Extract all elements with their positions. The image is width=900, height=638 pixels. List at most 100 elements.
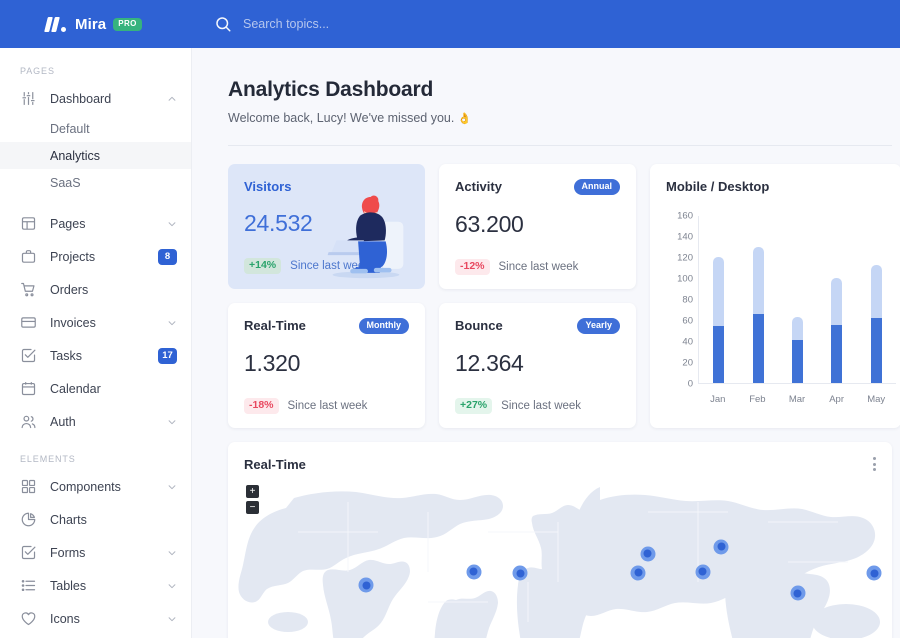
sidebar-item-dashboard[interactable]: Dashboard	[0, 82, 191, 115]
pin-us-west[interactable]	[358, 577, 374, 593]
bar-slot[interactable]	[738, 216, 777, 383]
chevron-down-icon[interactable]	[167, 581, 177, 591]
stat-value: 12.364	[455, 350, 524, 376]
sidebar-item-label: Orders	[50, 282, 89, 297]
header-divider	[228, 145, 892, 146]
sidebar-item-components[interactable]: Components	[0, 470, 191, 503]
stat-card-activity[interactable]: Activity Annual 63.200 -12% Since last w…	[439, 164, 636, 289]
pro-badge: PRO	[113, 17, 142, 31]
stat-value: 1.320	[244, 350, 301, 376]
stat-card-visitors[interactable]: Visitors 24.532 +14% Since last week	[228, 164, 425, 289]
bar-feb[interactable]	[752, 246, 764, 383]
stat-title: Bounce	[455, 318, 503, 333]
y-axis-tick: 80	[682, 294, 693, 306]
stat-delta: -18%	[244, 398, 279, 414]
world-map[interactable]	[228, 472, 892, 638]
bar-slot[interactable]	[857, 216, 896, 383]
x-axis-tick: Mar	[788, 394, 806, 405]
world-map-shape	[238, 487, 880, 638]
stat-delta: -12%	[455, 259, 490, 275]
stat-badge-monthly[interactable]: Monthly	[358, 318, 409, 334]
page-subtitle-text: Welcome back, Lucy! We've missed you.	[228, 111, 455, 125]
stat-title: Activity	[455, 179, 502, 194]
sidebar-item-label: Icons	[50, 611, 80, 626]
bar-apr[interactable]	[831, 278, 843, 383]
sidebar-item-pages[interactable]: Pages	[0, 207, 191, 240]
sidebar-subitem-default[interactable]: Default	[0, 115, 191, 142]
stat-card-bounce[interactable]: Bounce Yearly 12.364 +27% Since last wee…	[439, 303, 636, 428]
search-box[interactable]	[214, 15, 503, 33]
stat-card-real-time[interactable]: Real-Time Monthly 1.320 -18% Since last …	[228, 303, 425, 428]
pin-china[interactable]	[866, 565, 882, 581]
stats-column: Visitors 24.532 +14% Since last week Act…	[228, 164, 636, 428]
pin-india[interactable]	[790, 585, 806, 601]
map-card-real-time: Real-Time + −	[228, 442, 892, 638]
bar-slot[interactable]	[699, 216, 738, 383]
sidebar-item-charts[interactable]: Charts	[0, 503, 191, 536]
grid-icon	[21, 479, 36, 494]
pin-russia[interactable]	[713, 539, 729, 555]
sidebar-item-orders[interactable]: Orders	[0, 273, 191, 306]
users-icon	[21, 415, 36, 429]
app-root: Mira PRO PAGES Dashboard Default Ana	[0, 0, 900, 638]
stat-period-label: Since last week	[498, 260, 579, 273]
x-axis-tick: Apr	[829, 394, 844, 405]
sidebar-item-label: Components	[50, 479, 121, 494]
stat-header: Activity Annual	[455, 179, 620, 195]
stats-row-2: Real-Time Monthly 1.320 -18% Since last …	[228, 303, 636, 428]
stat-footer: -18% Since last week	[244, 398, 409, 414]
bar-may[interactable]	[870, 265, 882, 383]
bar-segment-mobile	[792, 339, 804, 383]
sidebar-section-label-pages: PAGES	[20, 66, 55, 76]
pin-spain[interactable]	[630, 565, 646, 581]
brand-logo[interactable]: Mira PRO	[0, 16, 192, 33]
main-content: Analytics Dashboard Welcome back, Lucy! …	[192, 48, 900, 638]
sidebar-item-label: Tables	[50, 578, 87, 593]
stat-delta: +27%	[455, 398, 493, 414]
sidebar-item-tasks[interactable]: Tasks 17	[0, 339, 191, 372]
stat-period-label: Since last week	[290, 259, 371, 272]
sidebar-item-auth[interactable]: Auth	[0, 405, 191, 438]
sidebar-subitem-analytics[interactable]: Analytics	[0, 142, 191, 169]
sidebar-item-label: Dashboard	[50, 91, 112, 106]
search-input[interactable]	[243, 17, 503, 31]
check-square-icon	[21, 545, 36, 560]
bar-segment-desktop	[713, 257, 725, 327]
chevron-down-icon[interactable]	[167, 548, 177, 558]
stat-footer: +27% Since last week	[455, 398, 620, 414]
more-vertical-icon[interactable]	[873, 457, 876, 471]
sidebar-item-calendar[interactable]: Calendar	[0, 372, 191, 405]
sidebar-subitem-saas[interactable]: SaaS	[0, 169, 191, 196]
bar-mar[interactable]	[792, 316, 804, 383]
stats-row-1: Visitors 24.532 +14% Since last week Act…	[228, 164, 636, 289]
sidebar-item-projects[interactable]: Projects 8	[0, 240, 191, 273]
x-axis-tick: Feb	[749, 394, 766, 405]
chevron-down-icon[interactable]	[167, 482, 177, 492]
page-title: Analytics Dashboard	[228, 78, 434, 101]
sidebar-item-invoices[interactable]: Invoices	[0, 306, 191, 339]
stat-footer: +14% Since last week	[244, 258, 409, 274]
bar-segment-mobile	[870, 317, 882, 383]
sidebar-item-forms[interactable]: Forms	[0, 536, 191, 569]
chevron-down-icon[interactable]	[167, 614, 177, 624]
chevron-down-icon[interactable]	[167, 318, 177, 328]
chevron-down-icon[interactable]	[167, 219, 177, 229]
chevron-up-icon[interactable]	[167, 94, 177, 104]
bar-slot[interactable]	[778, 216, 817, 383]
pin-uk[interactable]	[640, 546, 656, 562]
stat-badge-annual[interactable]: Annual	[573, 179, 620, 195]
bar-jan[interactable]	[713, 257, 725, 383]
sidebar-item-tables[interactable]: Tables	[0, 569, 191, 602]
sidebar-item-icons[interactable]: Icons	[0, 602, 191, 635]
chevron-down-icon[interactable]	[167, 417, 177, 427]
pin-turkey[interactable]	[695, 564, 711, 580]
stat-title: Visitors	[244, 179, 292, 194]
stat-badge-yearly[interactable]: Yearly	[577, 318, 620, 334]
bar-segment-desktop	[752, 246, 764, 314]
chart-axes: 0 20 40 60 80 100 120 140 160	[677, 211, 896, 390]
bar-slot[interactable]	[817, 216, 856, 383]
x-axis-tick: May	[867, 394, 886, 405]
pin-us-mid[interactable]	[466, 564, 482, 580]
sidebar-item-label: Charts	[50, 512, 87, 527]
pin-us-east[interactable]	[512, 565, 528, 581]
